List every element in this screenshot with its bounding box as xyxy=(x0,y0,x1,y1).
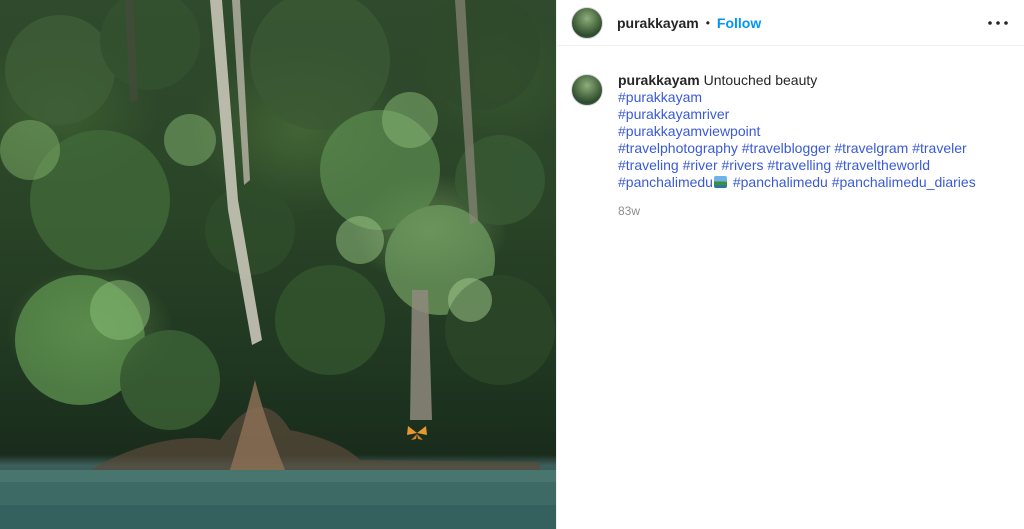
post-photo[interactable] xyxy=(0,0,556,529)
hashtag-link[interactable]: #panchalimedu_diaries xyxy=(832,174,976,190)
post-caption: purakkayam Untouched beauty #purakkayam … xyxy=(557,72,1024,220)
hashtag-link[interactable]: #purakkayamriver xyxy=(618,106,729,122)
hashtag-link[interactable]: #purakkayam xyxy=(618,89,702,105)
landscape-emoji-icon xyxy=(713,176,727,188)
hashtag-link[interactable]: #traveltheworld xyxy=(835,157,930,173)
hashtag-line: #purakkayamriver xyxy=(618,106,976,123)
follow-button[interactable]: Follow xyxy=(717,15,761,31)
hashtag-link[interactable]: #purakkayamviewpoint xyxy=(618,123,760,139)
more-horizontal-icon xyxy=(988,20,1008,25)
hashtag-link[interactable]: #travelling xyxy=(767,157,831,173)
hashtag-line: #purakkayamviewpoint xyxy=(618,123,976,140)
hashtag-link[interactable]: #rivers xyxy=(722,157,764,173)
butterfly-icon xyxy=(407,426,427,440)
post-header: purakkayam • Follow xyxy=(557,0,1024,46)
more-options-button[interactable] xyxy=(986,11,1010,35)
forest-river-image xyxy=(0,0,556,529)
hashtag-line: #travelphotography #travelblogger #trave… xyxy=(618,140,976,157)
separator-dot: • xyxy=(705,15,710,30)
hashtag-link[interactable]: #travelphotography xyxy=(618,140,738,156)
hashtag-line: #panchalimedu #panchalimedu #panchalimed… xyxy=(618,174,976,191)
avatar[interactable] xyxy=(571,6,603,39)
hashtag-link[interactable]: #river xyxy=(683,157,718,173)
hashtag-link[interactable]: #traveler xyxy=(912,140,966,156)
caption-avatar[interactable] xyxy=(571,74,603,106)
hashtag-link[interactable]: #travelgram xyxy=(834,140,908,156)
hashtag-line: #purakkayam xyxy=(618,89,976,106)
caption-body: purakkayam Untouched beauty #purakkayam … xyxy=(618,72,976,220)
hashtag-link[interactable]: #panchalimedu xyxy=(618,174,713,190)
hashtag-link[interactable]: #panchalimedu xyxy=(733,174,828,190)
caption-text: Untouched beauty xyxy=(703,72,818,88)
post-timestamp[interactable]: 83w xyxy=(618,203,976,220)
caption-username[interactable]: purakkayam xyxy=(618,72,700,88)
hashtag-link[interactable]: #traveling xyxy=(618,157,679,173)
hashtag-line: #traveling #river #rivers #travelling #t… xyxy=(618,157,976,174)
hashtag-link[interactable]: #travelblogger xyxy=(742,140,831,156)
header-username[interactable]: purakkayam xyxy=(617,15,699,31)
